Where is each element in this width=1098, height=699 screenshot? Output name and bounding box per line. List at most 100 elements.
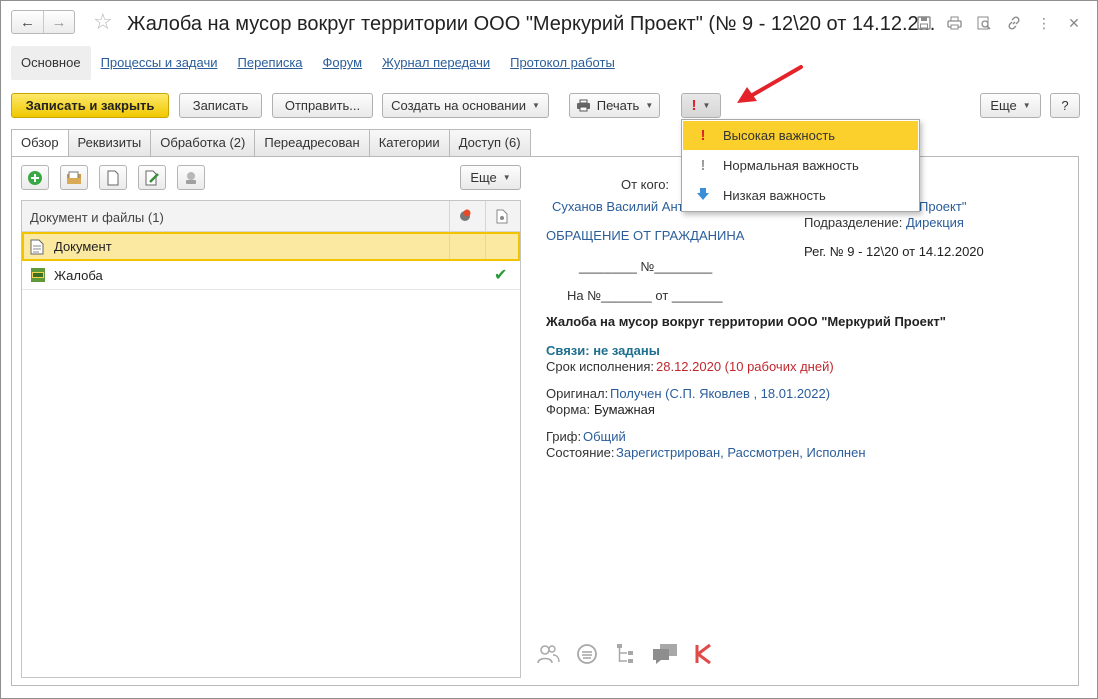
menu-item-normal-importance[interactable]: ! Нормальная важность bbox=[683, 151, 918, 180]
people-icon[interactable] bbox=[535, 642, 561, 666]
k-logo-icon[interactable] bbox=[691, 642, 717, 666]
original-label: Оригинал: bbox=[546, 386, 609, 401]
importance-button[interactable]: ! ▼ bbox=[681, 93, 721, 118]
exclamation-red-icon: ! bbox=[700, 127, 706, 144]
save-button[interactable]: Записать bbox=[179, 93, 262, 118]
send-button[interactable]: Отправить... bbox=[272, 93, 373, 118]
tab-categories[interactable]: Категории bbox=[368, 129, 450, 156]
edit-document-button[interactable] bbox=[138, 165, 166, 190]
section-tab-main[interactable]: Основное bbox=[11, 46, 91, 80]
column-separator bbox=[449, 234, 450, 259]
caret-down-icon: ▼ bbox=[645, 101, 654, 110]
from-name-link[interactable]: Суханов Василий Ант bbox=[552, 199, 684, 214]
tree-icon[interactable] bbox=[613, 642, 639, 666]
from-label: От кого: bbox=[621, 177, 670, 192]
department-link[interactable]: Дирекция bbox=[906, 215, 964, 230]
plus-green-icon bbox=[28, 170, 42, 185]
inner-tabs: Обзор Реквизиты Обработка (2) Переадресо… bbox=[11, 129, 531, 157]
folder-icon bbox=[67, 171, 81, 184]
print-button[interactable]: Печать ▼ bbox=[569, 93, 660, 118]
red-arrow-icon bbox=[737, 65, 803, 103]
section-tab-processes[interactable]: Процессы и задачи bbox=[91, 46, 228, 80]
help-button[interactable]: ? bbox=[1050, 93, 1080, 118]
document-icon bbox=[107, 170, 119, 185]
exclamation-red-icon: ! bbox=[691, 97, 697, 114]
relations-link[interactable]: Связи: не заданы bbox=[546, 343, 660, 358]
deadline-value: 28.12.2020 (10 рабочих дней) bbox=[656, 359, 834, 374]
forward-arrow-icon[interactable]: → bbox=[43, 11, 74, 33]
signature-column-icon[interactable] bbox=[458, 209, 474, 225]
title-bar: ← → ☆ Жалоба на мусор вокруг территории … bbox=[1, 1, 1097, 45]
save-close-button[interactable]: Записать и закрыть bbox=[11, 93, 169, 118]
form-value: Бумажная bbox=[594, 402, 655, 417]
menu-item-low-importance[interactable]: Низкая важность bbox=[683, 181, 918, 210]
stamp-button[interactable] bbox=[177, 165, 205, 190]
organization-link[interactable]: Проект" bbox=[919, 199, 966, 214]
star-icon[interactable]: ☆ bbox=[93, 10, 113, 34]
file-list-title: Документ и файлы (1) bbox=[30, 210, 164, 225]
file-list-header: Документ и файлы (1) bbox=[22, 201, 520, 232]
column-separator bbox=[485, 201, 486, 231]
menu-item-high-importance[interactable]: ! Высокая важность bbox=[683, 121, 918, 150]
importance-dropdown: ! Высокая важность ! Нормальная важность… bbox=[681, 119, 920, 212]
create-based-button[interactable]: Создать на основании ▼ bbox=[382, 93, 549, 118]
department-label: Подразделение: bbox=[804, 215, 903, 230]
subject: Жалоба на мусор вокруг территории ООО "М… bbox=[546, 314, 946, 329]
tab-redirected[interactable]: Переадресован bbox=[254, 129, 370, 156]
menu-item-label: Нормальная важность bbox=[723, 158, 859, 173]
nav-buttons: ← → bbox=[11, 10, 75, 34]
file-name: Документ bbox=[54, 239, 112, 254]
grif-link[interactable]: Общий bbox=[583, 429, 626, 444]
add-from-folder-button[interactable] bbox=[60, 165, 88, 190]
chat-icon[interactable] bbox=[652, 642, 678, 666]
tab-processing[interactable]: Обработка (2) bbox=[150, 129, 256, 156]
file-column-icon[interactable] bbox=[496, 209, 508, 224]
window-title: Жалоба на мусор вокруг территории ООО "М… bbox=[127, 13, 936, 35]
save-disk-icon[interactable] bbox=[913, 12, 935, 34]
tab-requisites[interactable]: Реквизиты bbox=[67, 129, 152, 156]
exclamation-gray-icon: ! bbox=[700, 157, 706, 174]
circle-lines-icon[interactable] bbox=[574, 642, 600, 666]
preview-icon[interactable] bbox=[973, 12, 995, 34]
caret-down-icon: ▼ bbox=[1022, 101, 1031, 110]
add-file-button[interactable] bbox=[21, 165, 49, 190]
number-line: ________ №________ bbox=[579, 259, 713, 274]
back-arrow-icon[interactable]: ← bbox=[12, 11, 43, 33]
more-label: Еще bbox=[990, 98, 1017, 113]
section-tab-work-log[interactable]: Протокол работы bbox=[500, 46, 625, 80]
section-tabs: Основное Процессы и задачи Переписка Фор… bbox=[11, 46, 625, 80]
section-tab-transfer-log[interactable]: Журнал передачи bbox=[372, 46, 500, 80]
link-icon[interactable] bbox=[1003, 12, 1025, 34]
list-item[interactable]: Жалоба ✔ bbox=[22, 261, 520, 290]
reference-line: На №_______ от _______ bbox=[567, 288, 723, 303]
files-more-button[interactable]: Еще ▼ bbox=[460, 165, 521, 190]
registration-number: Рег. № 9 - 12\20 от 14.12.2020 bbox=[804, 244, 984, 259]
printer-icon bbox=[576, 99, 590, 112]
menu-item-label: Высокая важность bbox=[723, 128, 836, 143]
section-tab-correspondence[interactable]: Переписка bbox=[228, 46, 313, 80]
tab-access[interactable]: Доступ (6) bbox=[448, 129, 531, 156]
checkmark-icon: ✔ bbox=[494, 267, 508, 284]
deadline-label: Срок исполнения: bbox=[546, 359, 654, 374]
state-link[interactable]: Зарегистрирован, Рассмотрен, Исполнен bbox=[616, 445, 866, 460]
bottom-toolbar bbox=[535, 642, 717, 666]
state-label: Состояние: bbox=[546, 445, 615, 460]
section-tab-forum[interactable]: Форум bbox=[313, 46, 373, 80]
original-link[interactable]: Получен (С.П. Яковлев , 18.01.2022) bbox=[610, 386, 830, 401]
more-vertical-icon[interactable]: ⋮ bbox=[1033, 12, 1055, 34]
create-based-label: Создать на основании bbox=[391, 98, 526, 113]
appeal-type: ОБРАЩЕНИЕ ОТ ГРАЖДАНИНА bbox=[546, 228, 745, 243]
title-tools: ⋮ ✕ bbox=[913, 12, 1085, 34]
close-icon[interactable]: ✕ bbox=[1063, 12, 1085, 34]
arrow-down-blue-icon bbox=[683, 187, 723, 205]
new-document-button[interactable] bbox=[99, 165, 127, 190]
more-button[interactable]: Еще ▼ bbox=[980, 93, 1041, 118]
form-label: Форма: bbox=[546, 402, 591, 417]
list-item[interactable]: Документ bbox=[22, 232, 520, 261]
tab-overview[interactable]: Обзор bbox=[11, 129, 69, 157]
caret-down-icon: ▼ bbox=[531, 101, 540, 110]
document-icon bbox=[30, 239, 44, 255]
file-list[interactable]: Документ и файлы (1) Документ Жалоба ✔ bbox=[21, 200, 521, 678]
menu-item-label: Низкая важность bbox=[723, 188, 826, 203]
printer-icon[interactable] bbox=[943, 12, 965, 34]
